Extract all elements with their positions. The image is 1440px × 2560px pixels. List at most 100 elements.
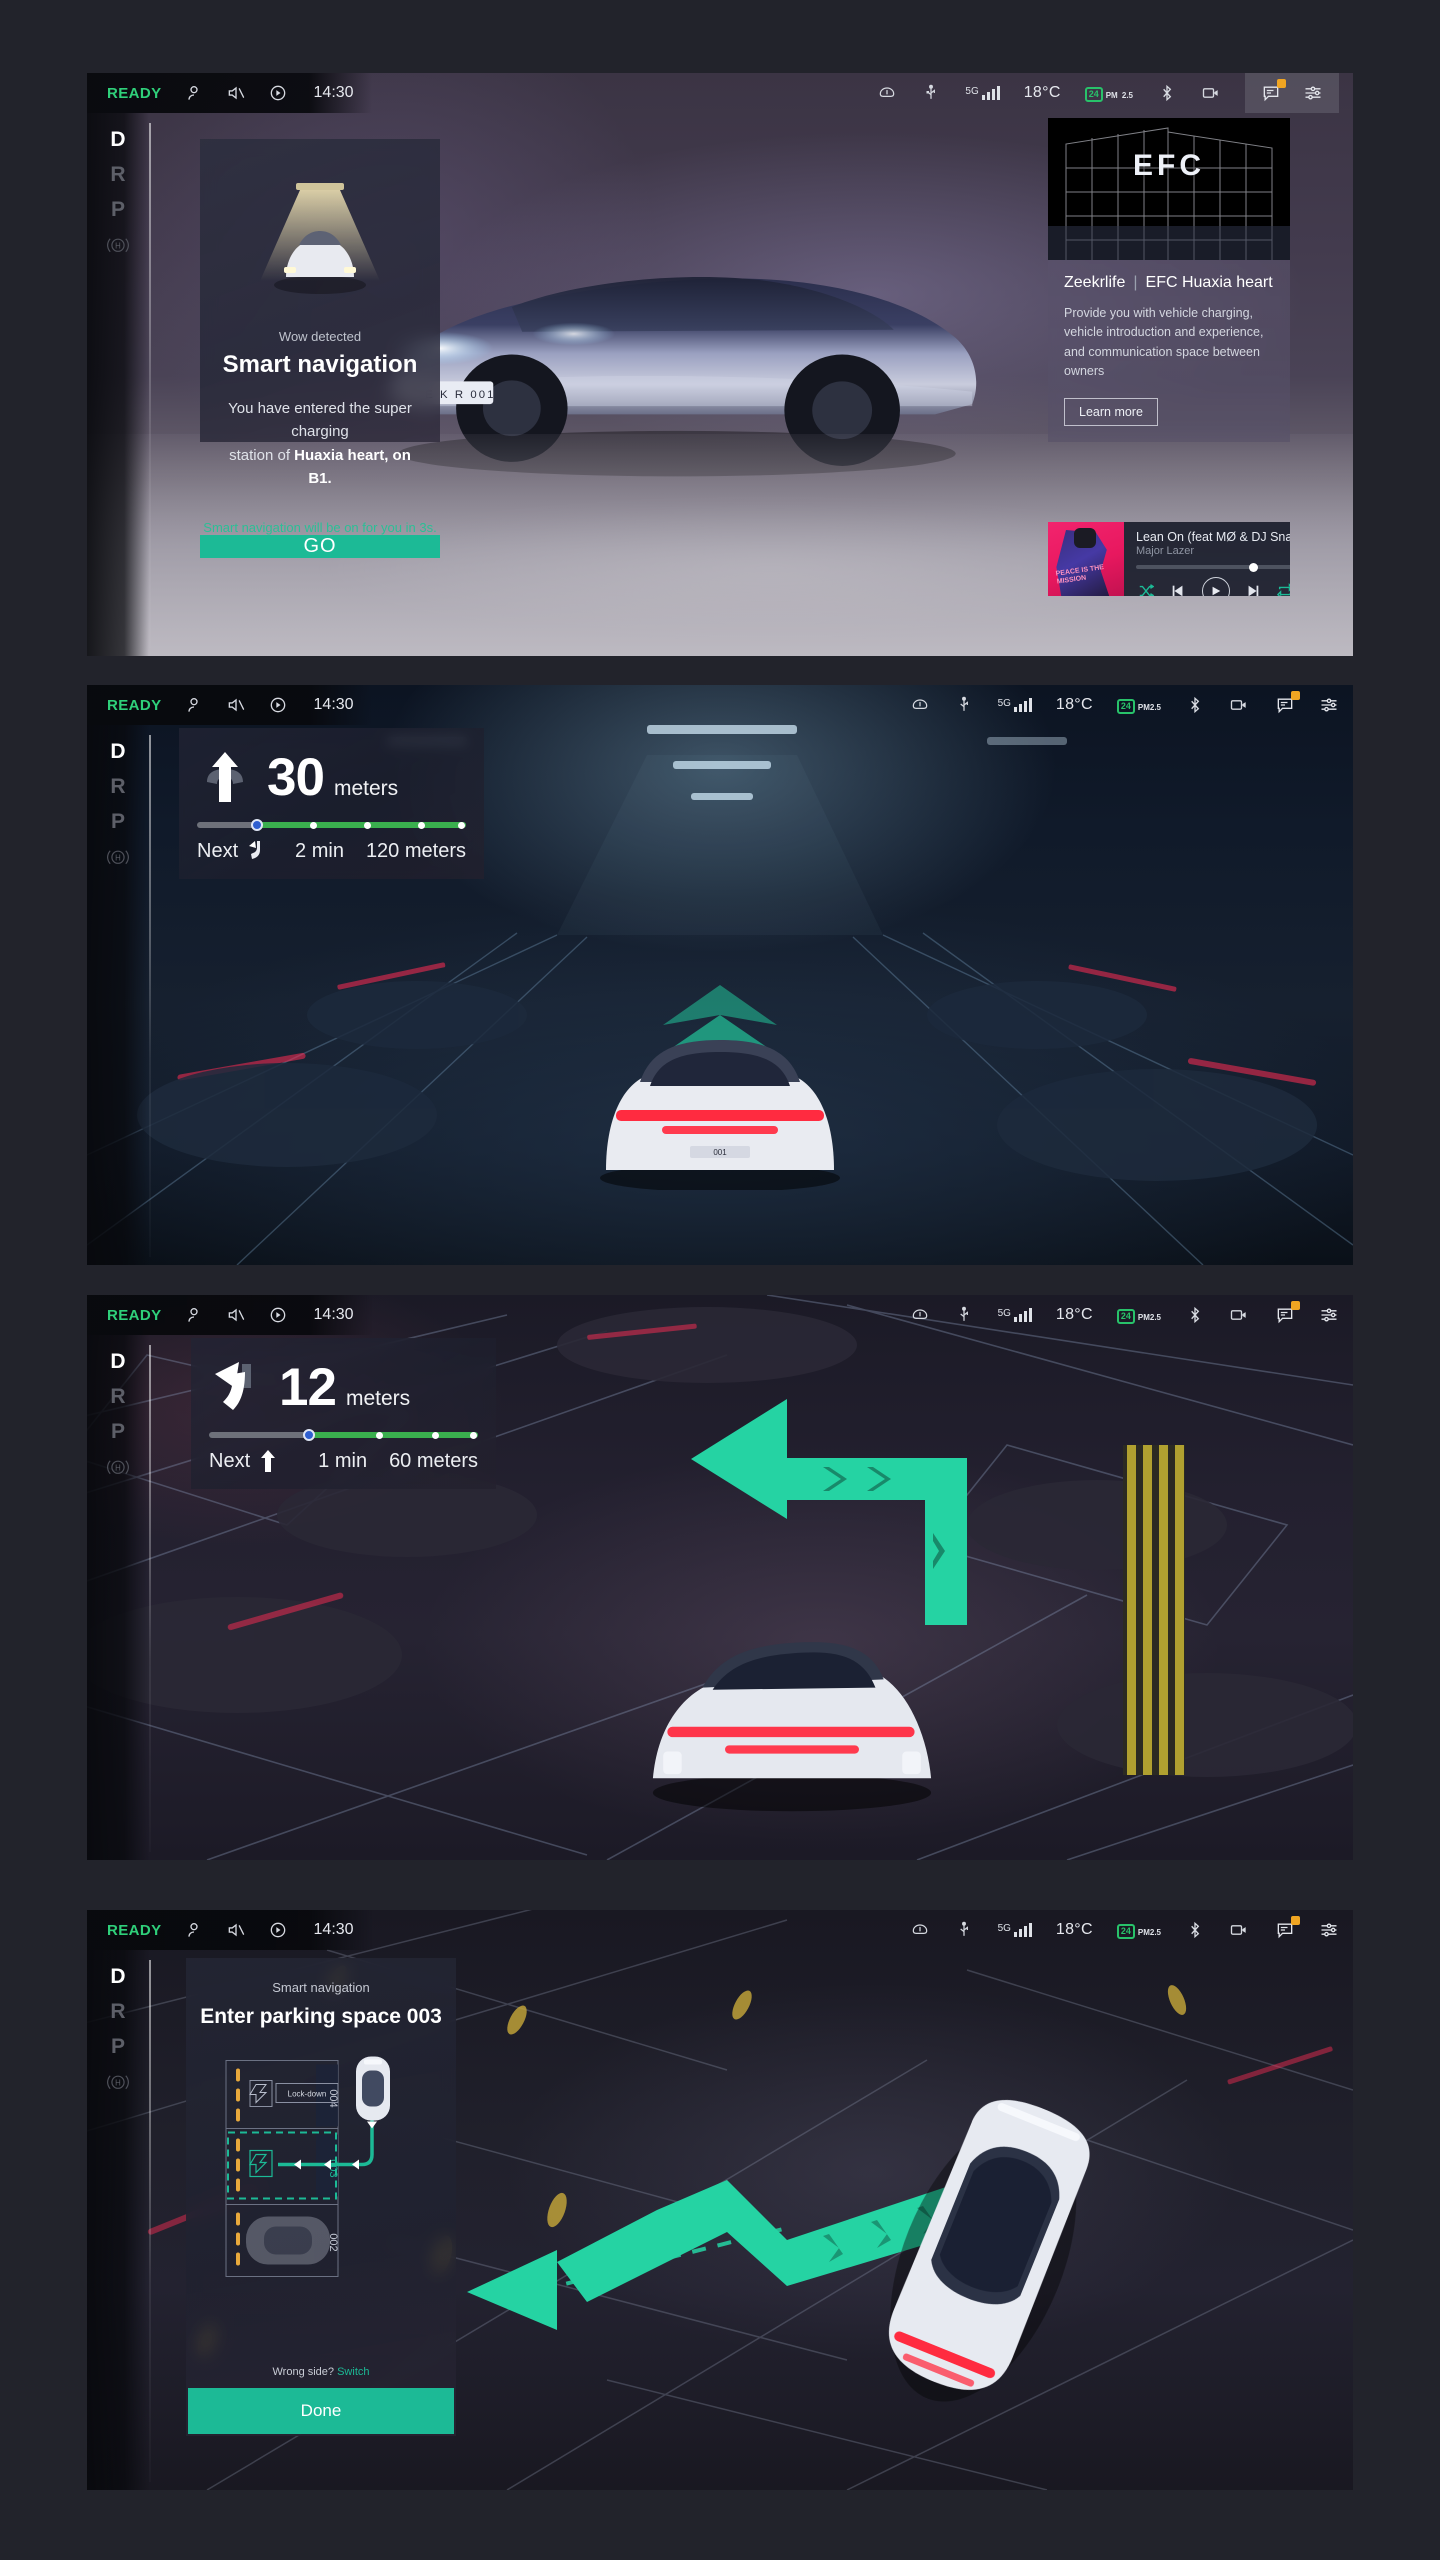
settings-sliders-icon[interactable]	[1319, 1305, 1339, 1325]
usb-icon[interactable]	[954, 695, 974, 715]
eta-readout: 1 min	[318, 1449, 368, 1472]
gear-selector[interactable]: D R P H	[87, 725, 153, 1265]
defrost-icon[interactable]	[877, 83, 897, 103]
user-icon[interactable]	[184, 695, 204, 715]
usb-icon[interactable]	[954, 1305, 974, 1325]
gear-d[interactable]: D	[110, 128, 125, 151]
gear-p[interactable]: P	[111, 1421, 125, 1443]
bluetooth-icon[interactable]	[1157, 83, 1177, 103]
record-icon[interactable]	[268, 1305, 288, 1325]
gear-p[interactable]: P	[111, 2036, 125, 2058]
air-quality-indicator: 24 PM2.5	[1116, 697, 1161, 714]
gear-rail	[149, 1960, 151, 2482]
progress-node	[457, 821, 465, 829]
status-bar-right: 5G 18°C 24 PM2.5	[910, 1910, 1353, 1950]
temperature-readout: 18°C	[1055, 696, 1093, 713]
defrost-icon[interactable]	[910, 1920, 930, 1940]
pm-value: 2.5	[1149, 1312, 1161, 1322]
go-button[interactable]: GO	[200, 535, 440, 558]
bay-label-004: 004	[327, 2089, 339, 2107]
bluetooth-icon[interactable]	[1185, 1920, 1205, 1940]
learn-more-button[interactable]: Learn more	[1064, 397, 1158, 426]
handbrake-icon[interactable]: H	[105, 846, 131, 868]
clock: 14:30	[313, 1306, 354, 1323]
repeat-icon[interactable]	[1276, 583, 1290, 596]
mute-icon[interactable]	[226, 1920, 246, 1940]
defrost-icon[interactable]	[910, 1305, 930, 1325]
gear-r[interactable]: R	[110, 163, 125, 186]
settings-sliders-icon[interactable]	[1319, 695, 1339, 715]
settings-sliders-icon[interactable]	[1303, 83, 1323, 103]
clock: 14:30	[313, 696, 354, 713]
gear-d[interactable]: D	[110, 1965, 125, 1988]
gear-selector[interactable]: D R P H	[87, 113, 153, 656]
straight-arrow-icon	[197, 748, 253, 806]
playback-knob[interactable]	[1249, 562, 1259, 572]
gear-r[interactable]: R	[110, 1385, 125, 1408]
handbrake-icon[interactable]: H	[105, 2071, 131, 2093]
messages-icon[interactable]	[1275, 691, 1300, 715]
status-bar-left: READY 14:30	[87, 685, 372, 725]
progress-node	[309, 821, 317, 829]
dashcam-icon[interactable]	[1229, 1920, 1249, 1940]
dashcam-icon[interactable]	[1201, 83, 1221, 103]
usb-icon[interactable]	[921, 83, 941, 103]
turn-left-arrow-icon	[209, 1358, 265, 1416]
next-icon[interactable]	[1245, 583, 1261, 596]
gear-selector[interactable]: D R P H	[87, 1335, 153, 1860]
user-icon[interactable]	[184, 83, 204, 103]
status-bar: READY 14:30 5G 18°C 24 PM2.5	[87, 685, 1353, 725]
next-maneuver: Next	[209, 1449, 278, 1473]
svg-text:H: H	[115, 2079, 121, 2088]
music-player: PEACE IS THE MISSION Lean On (feat MØ & …	[1048, 522, 1290, 596]
mute-icon[interactable]	[226, 83, 246, 103]
ego-car-rear: 001	[600, 1040, 840, 1190]
route-progress	[197, 819, 466, 831]
add-to-library-button[interactable]: +	[1286, 531, 1290, 547]
promo-title: Zeekrlife | EFC Huaxia heart	[1064, 274, 1274, 292]
mute-icon[interactable]	[226, 1305, 246, 1325]
remaining-distance: 120 meters	[365, 839, 466, 862]
bluetooth-icon[interactable]	[1185, 1305, 1205, 1325]
usb-icon[interactable]	[954, 1920, 974, 1940]
dashcam-icon[interactable]	[1229, 695, 1249, 715]
record-icon[interactable]	[268, 695, 288, 715]
pm-value: 2.5	[1149, 702, 1161, 712]
page-root: Z E E K R 001 READY 14:30 5G 18°C 24 PM …	[0, 0, 1440, 2560]
settings-sliders-icon[interactable]	[1319, 1920, 1339, 1940]
mute-icon[interactable]	[226, 695, 246, 715]
temperature-readout: 18°C	[1055, 1306, 1093, 1323]
gear-selector[interactable]: D R P H	[87, 1950, 153, 2490]
ego-car-rear-quarter	[652, 1642, 932, 1812]
distance-unit: meters	[333, 776, 399, 800]
done-button[interactable]: Done	[188, 2388, 454, 2434]
messages-icon[interactable]	[1261, 79, 1286, 103]
playback-progress[interactable]	[1136, 562, 1290, 572]
user-icon[interactable]	[184, 1305, 204, 1325]
previous-icon[interactable]	[1170, 583, 1186, 596]
gear-d[interactable]: D	[110, 1350, 125, 1373]
messages-icon[interactable]	[1275, 1916, 1300, 1940]
user-icon[interactable]	[184, 1920, 204, 1940]
dashcam-icon[interactable]	[1229, 1305, 1249, 1325]
bluetooth-icon[interactable]	[1185, 695, 1205, 715]
gear-p[interactable]: P	[111, 811, 125, 833]
parking-map[interactable]: 004 003 002 Lock-down	[206, 2043, 436, 2358]
handbrake-icon[interactable]: H	[105, 234, 131, 256]
screen-showroom: Z E E K R 001 READY 14:30 5G 18°C 24 PM …	[87, 73, 1353, 656]
play-icon[interactable]	[1201, 577, 1230, 596]
air-quality-value: 24	[1116, 1923, 1135, 1939]
signal-icon: 5G	[965, 86, 1000, 100]
clock: 14:30	[313, 1921, 354, 1938]
gear-p[interactable]: P	[111, 199, 125, 221]
record-icon[interactable]	[268, 1920, 288, 1940]
gear-r[interactable]: R	[110, 2000, 125, 2023]
messages-icon[interactable]	[1275, 1301, 1300, 1325]
gear-d[interactable]: D	[110, 740, 125, 763]
gear-r[interactable]: R	[110, 775, 125, 798]
record-icon[interactable]	[268, 83, 288, 103]
shuffle-icon[interactable]	[1138, 583, 1155, 596]
defrost-icon[interactable]	[910, 695, 930, 715]
handbrake-icon[interactable]: H	[105, 1456, 131, 1478]
switch-side-link[interactable]: Switch	[337, 2366, 369, 2378]
